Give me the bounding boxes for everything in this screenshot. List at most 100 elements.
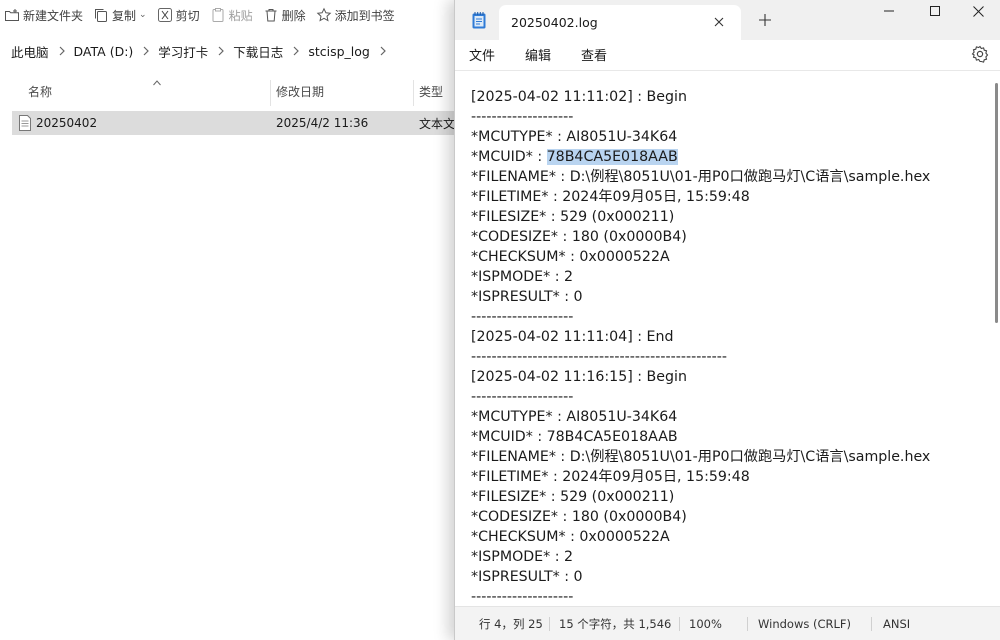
clipboard-icon [210, 7, 226, 23]
new-folder-button[interactable]: 新建文件夹 [2, 0, 91, 30]
copy-button[interactable]: 复制 ⌄ [91, 0, 155, 30]
close-tab-icon[interactable] [711, 14, 727, 30]
editor-line: *MCUID* : 78B4CA5E018AAB [471, 429, 678, 445]
breadcrumb-item[interactable]: 学习打卡 [157, 42, 214, 61]
chevron-right-icon[interactable] [55, 46, 69, 56]
cut-label: 剪切 [175, 8, 200, 23]
file-modified: 2025/4/2 11:36 [276, 116, 369, 130]
editor-line: *CHECKSUM* : 0x0000522A [471, 529, 670, 545]
title-bar[interactable]: 20250402.log [455, 0, 1000, 40]
editor-line: -------------------- [471, 589, 574, 605]
new-tab-icon[interactable] [757, 12, 773, 28]
editor-line: *ISPRESULT* : 0 [471, 569, 583, 585]
selected-text: 78B4CA5E018AAB [546, 149, 678, 165]
column-divider[interactable] [270, 80, 271, 106]
chevron-right-icon[interactable] [289, 46, 303, 56]
editor-line: *ISPMODE* : 2 [471, 269, 574, 285]
character-count: 15 个字符，共 1,546 [559, 617, 672, 631]
editor-line: -------------------- [471, 389, 574, 405]
editor-line: [2025-04-02 11:16:15] : Begin [471, 369, 687, 385]
column-header-name[interactable]: 名称 [28, 76, 52, 106]
encoding[interactable]: ANSI [883, 607, 910, 640]
status-divider [549, 617, 550, 631]
minimize-button[interactable] [866, 0, 912, 22]
delete-button[interactable]: 删除 [261, 0, 314, 30]
cut-button[interactable]: 剪切 [155, 0, 208, 30]
editor-line: [2025-04-02 11:11:02] : Begin [471, 89, 687, 105]
sort-ascending-icon [153, 80, 161, 86]
status-divider [679, 617, 680, 631]
menu-view[interactable]: 查看 [581, 40, 607, 68]
paste-label: 粘贴 [228, 8, 253, 23]
editor-line: *FILENAME* : D:\例程\8051U\01-用P0口做跑马灯\C语言… [471, 449, 931, 465]
line-prefix: *MCUID* : [471, 149, 547, 165]
vertical-scrollbar[interactable] [995, 83, 998, 323]
trash-icon [263, 7, 279, 23]
column-header-modified[interactable]: 修改日期 [276, 76, 324, 106]
cursor-position: 行 4，列 25 [479, 617, 543, 631]
file-row[interactable]: 20250402 2025/4/2 11:36 文本文 [12, 111, 462, 135]
paste-button[interactable]: 粘贴 [208, 0, 261, 30]
line-ending[interactable]: Windows (CRLF) [758, 607, 851, 640]
editor-content: [2025-04-02 11:11:02] : Begin ----------… [471, 87, 930, 606]
notepad-app-icon [472, 12, 486, 29]
editor-line: *CODESIZE* : 180 (0x0000B4) [471, 509, 687, 525]
file-name: 20250402 [36, 116, 98, 130]
copy-icon [93, 7, 109, 23]
editor-line: *MCUTYPE* : AI8051U-34K64 [471, 409, 678, 425]
zoom-level[interactable]: 100% [689, 607, 722, 640]
breadcrumb-item[interactable]: 此电脑 [10, 42, 55, 61]
status-divider [747, 617, 748, 631]
chevron-right-icon[interactable] [214, 46, 228, 56]
editor-line: *ISPMODE* : 2 [471, 549, 574, 565]
minimize-icon [884, 10, 894, 12]
editor-line: *MCUID* : 78B4CA5E018AAB [471, 147, 930, 167]
file-type: 文本文 [419, 116, 456, 131]
new-folder-icon [4, 7, 20, 23]
editor-line: *FILETIME* : 2024年09月05日, 15:59:48 [471, 189, 750, 205]
text-file-icon [18, 111, 32, 135]
new-folder-label: 新建文件夹 [23, 8, 84, 23]
editor-line: *MCUTYPE* : AI8051U-34K64 [471, 129, 678, 145]
column-header-type[interactable]: 类型 [419, 76, 443, 106]
add-bookmark-label: 添加到书签 [334, 8, 395, 23]
breadcrumb-item[interactable]: 下载日志 [232, 42, 289, 61]
column-divider[interactable] [413, 80, 414, 106]
menu-edit[interactable]: 编辑 [525, 40, 551, 68]
maximize-button[interactable] [912, 0, 958, 22]
editor-line: *FILESIZE* : 529 (0x000211) [471, 489, 675, 505]
breadcrumb-item[interactable]: DATA (D:) [73, 44, 140, 59]
menu-file[interactable]: 文件 [469, 40, 495, 68]
editor-line: *CODESIZE* : 180 (0x0000B4) [471, 229, 687, 245]
add-bookmark-button[interactable]: 添加到书签 [314, 0, 403, 30]
editor-line: *FILETIME* : 2024年09月05日, 15:59:48 [471, 469, 750, 485]
breadcrumb-item[interactable]: stcisp_log [307, 44, 376, 59]
menu-bar: 文件 编辑 查看 [455, 40, 1000, 70]
copy-label: 复制 [112, 8, 137, 23]
close-window-button[interactable] [955, 0, 1000, 22]
file-list-header: 名称 修改日期 类型 [12, 76, 462, 106]
editor-line: *FILENAME* : D:\例程\8051U\01-用P0口做跑马灯\C语言… [471, 169, 931, 185]
status-divider [871, 617, 872, 631]
chevron-down-icon[interactable]: ⌄ [139, 10, 147, 20]
editor-line: *CHECKSUM* : 0x0000522A [471, 249, 670, 265]
text-editor[interactable]: [2025-04-02 11:11:02] : Begin ----------… [455, 70, 1000, 606]
breadcrumb: 此电脑 DATA (D:) 学习打卡 下载日志 stcisp_log [0, 38, 394, 64]
star-icon [316, 7, 332, 23]
tab-title: 20250402.log [511, 15, 598, 30]
editor-line: ----------------------------------------… [471, 349, 727, 365]
status-bar: 行 4，列 25 15 个字符，共 1,546 100% Windows (CR… [455, 606, 1000, 640]
close-icon [972, 5, 984, 17]
gear-icon[interactable] [971, 45, 989, 63]
scissors-icon [157, 7, 173, 23]
editor-line: -------------------- [471, 109, 574, 125]
maximize-icon [930, 6, 940, 16]
editor-line: *ISPRESULT* : 0 [471, 289, 583, 305]
chevron-right-icon[interactable] [376, 46, 390, 56]
editor-line: -------------------- [471, 309, 574, 325]
chevron-right-icon[interactable] [139, 46, 153, 56]
delete-label: 删除 [281, 8, 306, 23]
editor-line: *FILESIZE* : 529 (0x000211) [471, 209, 675, 225]
tab-20250402-log[interactable]: 20250402.log [499, 5, 741, 40]
editor-line: [2025-04-02 11:11:04] : End [471, 329, 674, 345]
